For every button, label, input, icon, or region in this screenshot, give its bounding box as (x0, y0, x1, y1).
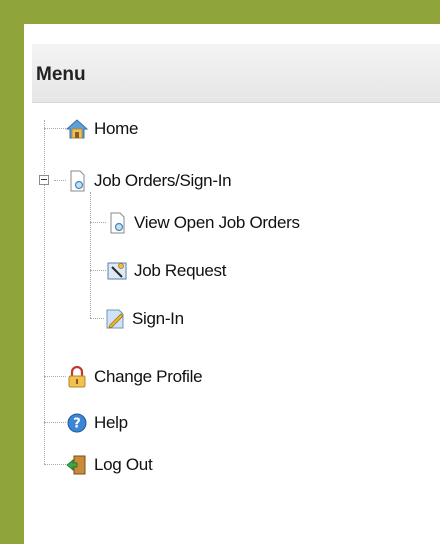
menu-header: Menu (32, 44, 440, 103)
menu-item-job-request[interactable]: Job Request (106, 256, 226, 286)
tree-line (44, 376, 66, 377)
tree-line (44, 464, 66, 465)
tree-line (44, 128, 66, 129)
collapse-toggle[interactable] (39, 175, 49, 185)
menu-item-view-open-job-orders[interactable]: View Open Job Orders (106, 208, 300, 238)
help-icon: ? (66, 412, 88, 434)
document-search-icon (106, 212, 128, 234)
menu-item-label: Change Profile (94, 367, 203, 386)
menu-item-help[interactable]: ? Help (66, 408, 128, 438)
tree-line (90, 222, 106, 223)
menu-item-label: Sign-In (132, 309, 184, 328)
tree-line (90, 192, 91, 318)
menu-item-label: Log Out (94, 455, 153, 474)
document-search-icon (66, 170, 88, 192)
menu-item-change-profile[interactable]: Change Profile (66, 362, 203, 392)
menu-item-sign-in[interactable]: Sign-In (104, 304, 184, 334)
menu-item-label: Help (94, 413, 128, 432)
request-icon (106, 260, 128, 282)
tree-line (90, 270, 106, 271)
menu-item-label: View Open Job Orders (134, 213, 300, 232)
svg-text:?: ? (73, 417, 81, 432)
tree-line (44, 120, 45, 464)
menu-title: Menu (36, 64, 86, 85)
menu-item-job-orders[interactable]: Job Orders/Sign-In (66, 166, 232, 196)
menu-item-home[interactable]: Home (65, 114, 139, 144)
exit-door-icon (66, 454, 88, 476)
home-icon (65, 118, 89, 140)
lock-icon (66, 365, 88, 388)
menu-item-log-out[interactable]: Log Out (66, 450, 153, 480)
tree-line (44, 422, 66, 423)
menu-panel: Menu Home Job Orders/Sign-In View Open J… (24, 24, 440, 544)
tree-line (90, 318, 104, 319)
menu-item-label: Home (94, 119, 139, 138)
pencil-document-icon (104, 308, 126, 330)
menu-item-label: Job Orders/Sign-In (94, 171, 232, 190)
menu-item-label: Job Request (134, 261, 227, 280)
tree-line (54, 180, 66, 181)
